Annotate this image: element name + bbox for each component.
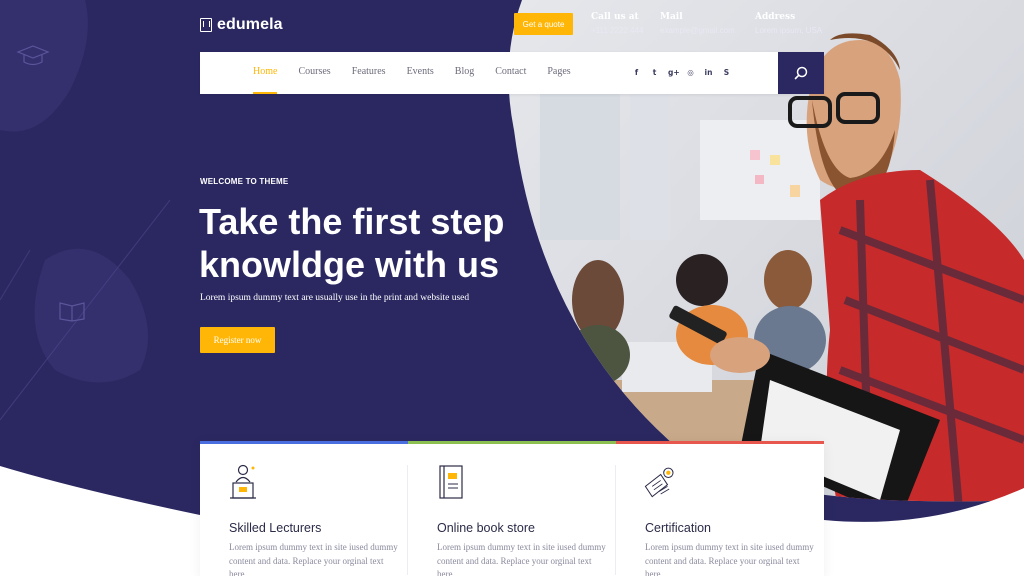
nav-item-contact[interactable]: Contact <box>495 52 526 94</box>
contact-address-title: Address <box>755 12 796 22</box>
get-quote-button[interactable]: Get a quote <box>514 13 573 35</box>
hero-eyebrow: WELCOME TO THEME <box>200 177 289 186</box>
feature-description: Lorem ipsum dummy text in site iused dum… <box>645 542 814 576</box>
facebook-icon[interactable]: f <box>632 67 641 78</box>
contact-phone: Call us at +111 2222 444 <box>591 12 643 35</box>
feature-description: Lorem ipsum dummy text in site iused dum… <box>437 542 606 576</box>
feature-description: Lorem ipsum dummy text in site iused dum… <box>229 542 398 576</box>
feature-card-bookstore[interactable]: Online book store Lorem ipsum dummy text… <box>408 441 616 576</box>
feature-card-certification[interactable]: Certification Lorem ipsum dummy text in … <box>616 441 824 576</box>
dribbble-icon[interactable]: ◎ <box>686 67 695 78</box>
hero-subtext: Lorem ipsum dummy text are usually use i… <box>200 293 470 303</box>
main-navbar: Home Courses Features Events Blog Contac… <box>200 52 824 94</box>
feature-card-lecturers[interactable]: Skilled Lecturers Lorem ipsum dummy text… <box>200 441 408 576</box>
brand-name: edumela <box>217 16 283 33</box>
nav-item-blog[interactable]: Blog <box>455 52 474 94</box>
contact-mail: Mail example@gmail.com <box>660 12 735 35</box>
feature-accent-bar <box>200 441 408 444</box>
feature-accent-bar <box>408 441 616 444</box>
feature-title: Certification <box>645 521 711 535</box>
register-button[interactable]: Register now <box>200 327 275 353</box>
search-icon <box>794 66 808 80</box>
lecturer-icon <box>230 464 256 499</box>
features-section: Skilled Lecturers Lorem ipsum dummy text… <box>200 441 824 576</box>
nav-item-features[interactable]: Features <box>352 52 386 94</box>
linkedin-icon[interactable]: in <box>704 67 713 78</box>
skype-icon[interactable]: S <box>722 67 731 78</box>
open-book-icon <box>59 302 85 322</box>
book-icon <box>439 465 463 499</box>
contact-address: Address Lorem ipsum, USA <box>755 12 822 35</box>
nav-item-events[interactable]: Events <box>407 52 434 94</box>
contact-phone-title: Call us at <box>591 12 639 22</box>
search-button[interactable] <box>778 52 824 94</box>
contact-address-value: Lorem ipsum, USA <box>755 26 823 35</box>
twitter-icon[interactable]: t <box>650 67 659 78</box>
contact-phone-value: +111 2222 444 <box>591 26 644 35</box>
nav-item-pages[interactable]: Pages <box>547 52 570 94</box>
logo-icon <box>200 18 212 32</box>
hero-headline-line-1: Take the first step <box>199 201 505 242</box>
feature-title: Skilled Lecturers <box>229 521 322 535</box>
hero-headline: Take the first step knowldge with us <box>199 200 539 286</box>
nav-item-courses[interactable]: Courses <box>298 52 330 94</box>
feature-title: Online book store <box>437 521 535 535</box>
nav-item-home[interactable]: Home <box>253 52 278 94</box>
nav-links: Home Courses Features Events Blog Contac… <box>253 52 592 94</box>
feature-accent-bar <box>616 441 824 444</box>
contact-mail-title: Mail <box>660 12 683 22</box>
graduation-cap-icon <box>16 45 50 66</box>
certificate-icon <box>644 467 674 498</box>
google-plus-icon[interactable]: g+ <box>668 67 680 78</box>
brand-logo[interactable]: edumela <box>200 16 283 34</box>
contact-mail-value: example@gmail.com <box>660 26 735 35</box>
social-links: f t g+ ◎ in S <box>632 67 731 78</box>
hero-headline-line-2: knowldge with us <box>199 244 500 285</box>
